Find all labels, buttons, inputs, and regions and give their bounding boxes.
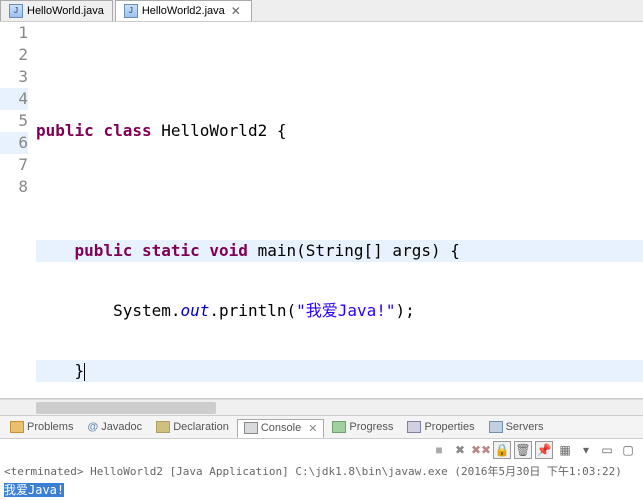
editor-tab[interactable]: J HelloWorld2.java ✕ bbox=[115, 0, 252, 21]
progress-icon bbox=[332, 421, 346, 433]
display-console-button[interactable]: ▦ bbox=[556, 441, 574, 459]
tab-console[interactable]: Console ✕ bbox=[237, 419, 325, 438]
console-toolbar: ■ ✖ ✖✖ 🔒 🗑 📌 ▦ ▾ ▭ ▢ bbox=[0, 439, 643, 461]
declaration-icon bbox=[156, 421, 170, 433]
close-icon[interactable]: ✕ bbox=[229, 4, 243, 18]
servers-icon bbox=[489, 421, 503, 433]
remove-launch-button[interactable]: ✖ bbox=[451, 441, 469, 459]
editor-tab[interactable]: J HelloWorld.java bbox=[0, 0, 113, 21]
bottom-view-tabs: Problems @ Javadoc Declaration Console ✕… bbox=[0, 415, 643, 439]
close-icon[interactable]: ✕ bbox=[308, 422, 317, 435]
terminate-button[interactable]: ■ bbox=[430, 441, 448, 459]
line-number-gutter: 12345678 bbox=[0, 22, 36, 398]
tab-problems[interactable]: Problems bbox=[4, 419, 79, 435]
open-console-button[interactable]: ▾ bbox=[577, 441, 595, 459]
maximize-button[interactable]: ▢ bbox=[619, 441, 637, 459]
code-line: System.out.println("我爱Java!"); bbox=[36, 300, 643, 322]
code-editor[interactable]: 12345678 public class HelloWorld2 { publ… bbox=[0, 22, 643, 399]
scrollbar-thumb[interactable] bbox=[36, 402, 216, 414]
javadoc-icon: @ bbox=[87, 421, 98, 433]
console-process-label: <terminated> HelloWorld2 [Java Applicati… bbox=[4, 463, 639, 479]
clear-console-button[interactable]: 🗑 bbox=[514, 441, 532, 459]
scroll-lock-button[interactable]: 🔒 bbox=[493, 441, 511, 459]
tab-declaration[interactable]: Declaration bbox=[150, 419, 235, 435]
tab-properties[interactable]: Properties bbox=[401, 419, 480, 435]
tab-javadoc[interactable]: @ Javadoc bbox=[81, 419, 148, 435]
remove-all-button[interactable]: ✖✖ bbox=[472, 441, 490, 459]
console-view[interactable]: <terminated> HelloWorld2 [Java Applicati… bbox=[0, 461, 643, 500]
tab-label: HelloWorld2.java bbox=[142, 5, 225, 17]
editor-tab-bar: J HelloWorld.java J HelloWorld2.java ✕ bbox=[0, 0, 643, 22]
java-file-icon: J bbox=[124, 4, 138, 18]
code-line bbox=[36, 60, 643, 82]
console-output[interactable]: 我爱Java! bbox=[4, 483, 64, 497]
code-area[interactable]: public class HelloWorld2 { public static… bbox=[36, 22, 643, 398]
code-line: } bbox=[36, 360, 643, 382]
java-file-icon: J bbox=[9, 4, 23, 18]
minimize-button[interactable]: ▭ bbox=[598, 441, 616, 459]
pin-console-button[interactable]: 📌 bbox=[535, 441, 553, 459]
code-line bbox=[36, 180, 643, 202]
tab-progress[interactable]: Progress bbox=[326, 419, 399, 435]
problems-icon bbox=[10, 421, 24, 433]
horizontal-scrollbar[interactable] bbox=[0, 399, 643, 415]
properties-icon bbox=[407, 421, 421, 433]
tab-servers[interactable]: Servers bbox=[483, 419, 550, 435]
code-line: public class HelloWorld2 { bbox=[36, 120, 643, 142]
console-icon bbox=[244, 422, 258, 434]
tab-label: HelloWorld.java bbox=[27, 5, 104, 17]
text-cursor bbox=[84, 363, 85, 381]
code-line: public static void main(String[] args) { bbox=[36, 240, 643, 262]
